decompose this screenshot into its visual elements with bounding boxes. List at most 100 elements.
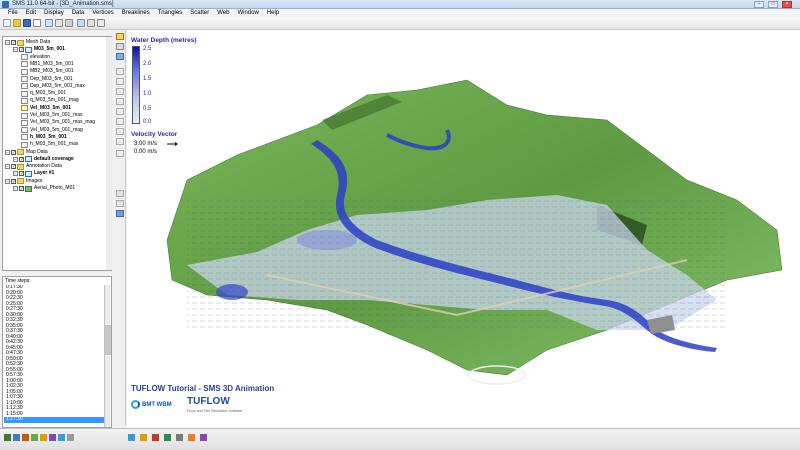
status-tool-icon[interactable]	[140, 434, 147, 441]
tree-item[interactable]: − ✓ Layer #1	[13, 170, 54, 177]
tree-item[interactable]: − ✓ Map Data	[5, 149, 48, 156]
annotation-icon[interactable]	[116, 150, 124, 157]
get-info-icon[interactable]	[97, 19, 105, 27]
visibility-checkbox[interactable]: ✓	[19, 47, 24, 53]
tree-item[interactable]: − ✓ Aerial_Photo_M01	[13, 185, 75, 192]
tree-item[interactable]: Dep_M03_5m_001_max	[21, 83, 85, 90]
tin-module-icon[interactable]	[31, 434, 38, 441]
expand-toggle-icon[interactable]: −	[13, 47, 18, 53]
tree-item[interactable]: − ✓ Mesh Data	[5, 39, 50, 46]
tree-item[interactable]: MB1_M03_5m_001	[21, 61, 74, 68]
create-breakline-icon[interactable]	[116, 108, 124, 115]
select-tool-icon[interactable]	[116, 33, 124, 40]
menu-help[interactable]: Help	[263, 9, 283, 17]
scroll-thumb[interactable]	[105, 325, 111, 355]
tree-item[interactable]: h_M03_5m_001_max	[21, 141, 78, 148]
expand-toggle-icon[interactable]: −	[5, 149, 10, 155]
scatter-module-icon[interactable]	[22, 434, 29, 441]
save-icon[interactable]	[23, 19, 31, 27]
dep-icon	[21, 76, 28, 82]
visibility-checkbox[interactable]: ✓	[11, 149, 16, 155]
mesh-module-icon[interactable]	[4, 434, 11, 441]
close-button[interactable]: ×	[782, 1, 792, 8]
gis-module-icon[interactable]	[49, 434, 56, 441]
tree-item[interactable]: q_M03_5m_001_mag	[21, 97, 79, 104]
view-alt-icon[interactable]	[116, 200, 124, 207]
plot-wizard-icon[interactable]	[77, 19, 85, 27]
menu-file[interactable]: File	[4, 9, 22, 17]
status-tool-icon[interactable]	[200, 434, 207, 441]
menu-vertices[interactable]: Vertices	[88, 9, 117, 17]
expand-toggle-icon[interactable]: −	[5, 178, 10, 184]
tree-item[interactable]: Vel_M03_5m_001_max	[21, 112, 83, 119]
status-tool-icon[interactable]	[188, 434, 195, 441]
tree-item[interactable]: − ✓ default coverage	[13, 156, 74, 163]
map-module-icon[interactable]	[116, 210, 124, 217]
rotate-tool-icon[interactable]	[116, 53, 124, 60]
menu-data[interactable]: Data	[68, 9, 89, 17]
contour-icon[interactable]	[116, 118, 124, 125]
display-options-icon[interactable]	[45, 19, 53, 27]
visibility-checkbox[interactable]: ✓	[19, 186, 24, 192]
zoom-icon[interactable]	[55, 19, 63, 27]
measure-icon[interactable]	[116, 128, 124, 135]
particle-module-icon[interactable]	[58, 434, 65, 441]
timestep-scrollbar[interactable]	[104, 285, 111, 427]
menu-breaklines[interactable]: Breaklines	[118, 9, 154, 17]
tree-item[interactable]: elevation	[21, 54, 50, 61]
timestep-item[interactable]: 1:17:30	[4, 416, 104, 423]
status-tool-icon[interactable]	[176, 434, 183, 441]
raster-module-icon[interactable]	[67, 434, 74, 441]
tree-item[interactable]: Vel_M03_5m_001	[21, 105, 71, 112]
menu-triangles[interactable]: Triangles	[154, 9, 186, 17]
tree-item[interactable]: MB2_M03_5m_001	[21, 68, 74, 75]
tree-item[interactable]: Vel_M03_5m_001_max_mag	[21, 119, 95, 126]
grid-module-icon[interactable]	[13, 434, 20, 441]
frame-icon[interactable]	[65, 19, 73, 27]
expand-toggle-icon[interactable]: −	[5, 164, 10, 170]
visibility-checkbox[interactable]: ✓	[11, 40, 16, 46]
visibility-checkbox[interactable]: ✓	[19, 171, 24, 177]
tree-item[interactable]: − ✓ M03_5m_001	[13, 46, 65, 53]
refresh-icon[interactable]	[87, 19, 95, 27]
menu-display[interactable]: Display	[40, 9, 68, 17]
create-vertices-icon[interactable]	[116, 78, 124, 85]
visibility-checkbox[interactable]: ✓	[11, 178, 16, 184]
profile-icon[interactable]	[116, 138, 124, 145]
visibility-checkbox[interactable]: ✓	[11, 164, 16, 170]
expand-toggle-icon[interactable]: −	[13, 171, 18, 177]
maximize-button[interactable]: □	[768, 1, 778, 8]
expand-toggle-icon[interactable]: −	[13, 186, 18, 191]
map-module-button-icon[interactable]	[40, 434, 47, 441]
tree-item[interactable]: − ✓ Annotation Data	[5, 163, 62, 170]
view-icon[interactable]	[116, 190, 124, 197]
print-icon[interactable]	[33, 19, 41, 27]
select-breakline-icon[interactable]	[116, 98, 124, 105]
expand-toggle-icon[interactable]: −	[13, 156, 18, 162]
explorer-scrollbar[interactable]	[106, 37, 112, 270]
open-folder-icon[interactable]	[13, 19, 21, 27]
graphics-window[interactable]	[127, 30, 800, 428]
tree-item[interactable]: Dep_M03_5m_001	[21, 76, 73, 83]
minimize-button[interactable]: –	[754, 1, 764, 8]
select-triangles-icon[interactable]	[116, 88, 124, 95]
status-tool-icon[interactable]	[152, 434, 159, 441]
tree-item[interactable]: q_M03_5m_001	[21, 90, 66, 97]
visibility-checkbox[interactable]: ✓	[19, 156, 24, 162]
menu-web[interactable]: Web	[213, 9, 233, 17]
menu-edit[interactable]: Edit	[22, 9, 40, 17]
status-tool-icon[interactable]	[128, 434, 135, 441]
status-tool-icon[interactable]	[164, 434, 171, 441]
tree-item[interactable]: Vel_M03_5m_001_mag	[21, 127, 83, 134]
tree-item-label: Dep_M03_5m_001	[30, 75, 73, 82]
pan-tool-icon[interactable]	[116, 43, 124, 50]
timestep-list[interactable]: 0:17:30 0:20:00 0:22:30 0:25:00 0:27:30 0:30:…	[4, 285, 104, 427]
select-vertices-icon[interactable]	[116, 68, 124, 75]
menu-scatter[interactable]: Scatter	[186, 9, 213, 17]
menu-window[interactable]: Window	[233, 9, 262, 17]
tree-item[interactable]: − ✓ Images	[5, 178, 42, 185]
expand-toggle-icon[interactable]: −	[5, 40, 10, 45]
folder-icon	[17, 149, 24, 155]
tree-item[interactable]: h_M03_5m_001	[21, 134, 67, 141]
new-file-icon[interactable]	[3, 19, 11, 27]
